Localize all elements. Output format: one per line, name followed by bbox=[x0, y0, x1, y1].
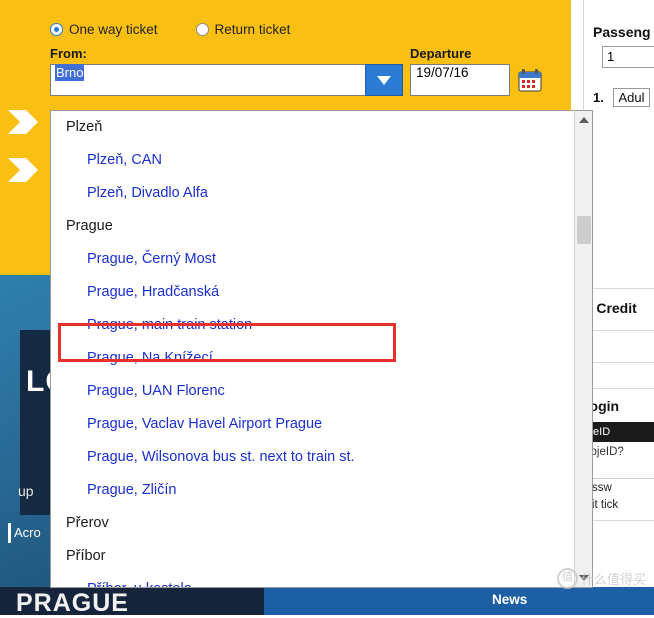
passengers-count-input[interactable]: 1 bbox=[602, 46, 654, 68]
right-column: in Credit Login res mojeID y mojeID? ten… bbox=[555, 288, 654, 615]
list-item-pribor-u-kostela[interactable]: Příbor, u kostela bbox=[51, 573, 574, 587]
passengers-title: Passeng bbox=[593, 24, 651, 40]
watermark-text: 什么值得买 bbox=[580, 572, 646, 587]
scrollbar-thumb[interactable] bbox=[577, 216, 591, 244]
from-dropdown-button[interactable] bbox=[365, 64, 403, 96]
radio-return-ticket[interactable]: Return ticket bbox=[195, 21, 291, 37]
triangle-up-icon bbox=[579, 117, 589, 123]
arrow-right-icon-2 bbox=[6, 152, 40, 188]
radio-one-way-dot[interactable] bbox=[50, 22, 63, 36]
from-field-block: From: Brno bbox=[50, 46, 403, 96]
list-group-prerov: Přerov bbox=[66, 515, 109, 531]
calendar-icon[interactable] bbox=[517, 64, 543, 96]
list-item-prague-wilsonova[interactable]: Prague, Wilsonova bus st. next to train … bbox=[51, 441, 574, 474]
radio-one-way-ticket[interactable]: One way ticket bbox=[50, 22, 158, 37]
promo-banner: PRAGUE bbox=[0, 587, 264, 617]
list-group-prague: Prague bbox=[66, 218, 113, 234]
news-label[interactable]: News bbox=[492, 592, 527, 607]
radio-return-dot[interactable] bbox=[195, 22, 209, 36]
trip-type-radio-group: One way ticket Return ticket bbox=[50, 18, 563, 40]
dropdown-scrollbar[interactable] bbox=[574, 111, 592, 587]
station-dropdown[interactable]: Plzeň Plzeň, CAN Plzeň, Divadlo Alfa Pra… bbox=[50, 110, 593, 588]
departure-label: Departure bbox=[410, 46, 472, 61]
promo-banner-text: PRAGUE bbox=[16, 589, 129, 617]
station-list[interactable]: Plzeň Plzeň, CAN Plzeň, Divadlo Alfa Pra… bbox=[51, 111, 574, 587]
list-item-prague-zlicin[interactable]: Prague, Zličín bbox=[51, 474, 574, 507]
arrow-right-icon bbox=[6, 104, 40, 140]
list-item-plzen-divadlo-alfa[interactable]: Plzeň, Divadlo Alfa bbox=[51, 177, 574, 210]
departure-input[interactable]: 19/07/16 bbox=[410, 64, 510, 96]
chevron-down-icon bbox=[377, 75, 391, 85]
radio-one-way-label: One way ticket bbox=[69, 21, 158, 37]
from-input[interactable]: Brno bbox=[50, 64, 365, 96]
from-label: From: bbox=[50, 46, 87, 61]
list-item-prague-na-knizeci[interactable]: Prague, Na Knížecí bbox=[51, 342, 574, 375]
list-item-prague-cerny-most[interactable]: Prague, Černý Most bbox=[51, 243, 574, 276]
list-group-pribor: Příbor bbox=[66, 548, 106, 564]
from-input-value: Brno bbox=[55, 64, 85, 81]
list-group-plzen: Plzeň bbox=[66, 119, 103, 135]
departure-field-block: Departure 19/07/16 bbox=[410, 46, 545, 96]
watermark: 值 什么值得买 bbox=[556, 568, 646, 589]
passenger-type-select[interactable]: Adul bbox=[613, 88, 650, 107]
bottom-bar: News bbox=[264, 587, 654, 615]
list-item-prague-hradcanska[interactable]: Prague, Hradčanská bbox=[51, 276, 574, 309]
list-item-prague-uan-florenc[interactable]: Prague, UAN Florenc bbox=[51, 375, 574, 408]
passengers-panel: Passeng 1 1. Adul bbox=[583, 0, 654, 288]
watermark-mark: 值 bbox=[556, 568, 578, 589]
promo-caption: Acro bbox=[14, 525, 41, 540]
scroll-up-button[interactable] bbox=[575, 111, 592, 129]
list-item-prague-main-train-station[interactable]: Prague, main train station bbox=[51, 309, 574, 342]
passenger-row-1: 1. Adul bbox=[593, 88, 650, 107]
promo-sub-text: up bbox=[18, 483, 34, 499]
list-item-prague-airport[interactable]: Prague, Vaclav Havel Airport Prague bbox=[51, 408, 574, 441]
passenger-row-index: 1. bbox=[593, 90, 604, 105]
list-item-plzen-can[interactable]: Plzeň, CAN bbox=[51, 144, 574, 177]
radio-return-label: Return ticket bbox=[214, 21, 291, 37]
promo-accent-bar bbox=[8, 523, 11, 543]
